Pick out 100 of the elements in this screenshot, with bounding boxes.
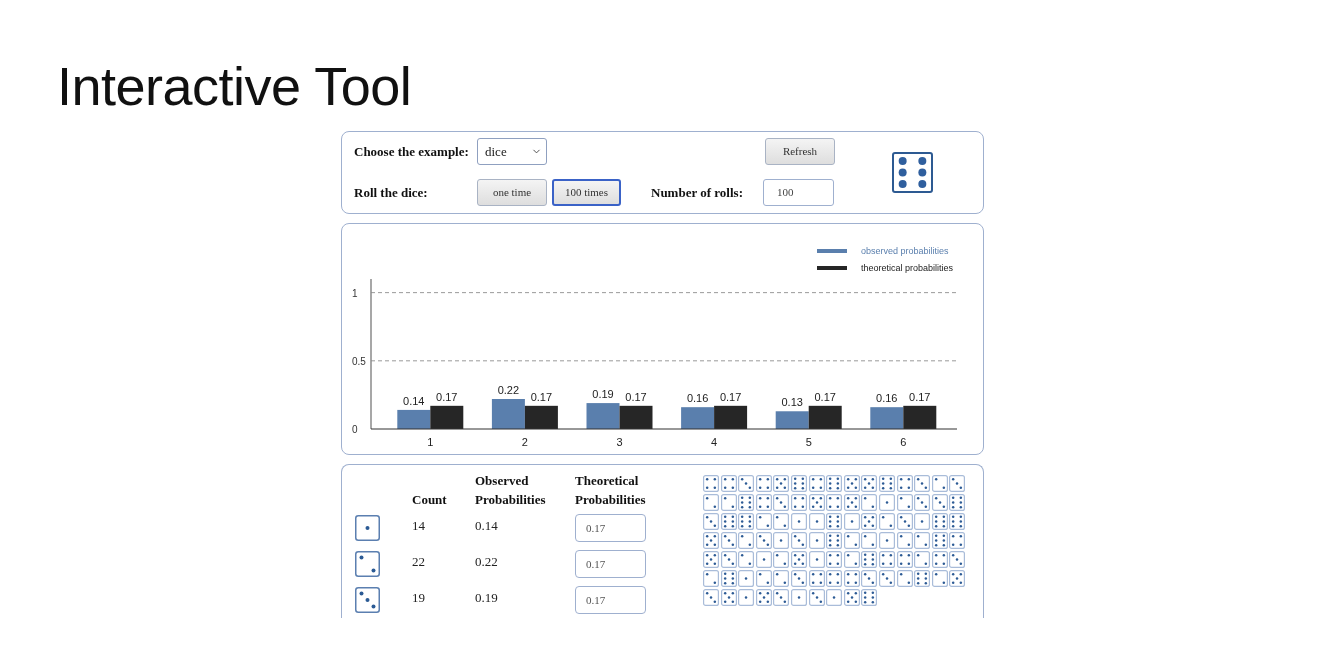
die-icon — [949, 551, 966, 568]
theoretical-input[interactable]: 0.17 — [575, 514, 646, 542]
value-label: 0.17 — [625, 390, 647, 403]
die-icon — [861, 589, 878, 606]
die-icon — [790, 494, 807, 511]
y-tick-label: 0 — [352, 424, 358, 435]
count-cell-text: 14 — [412, 517, 426, 536]
bar — [903, 405, 937, 429]
die-icon — [755, 551, 772, 568]
observed-cell-text: 0.19 — [475, 589, 499, 608]
die-icon — [826, 475, 843, 492]
die-icon — [808, 494, 825, 511]
bar — [619, 405, 653, 429]
die-icon — [826, 589, 843, 606]
value-label: 0.17 — [909, 390, 931, 403]
die-icon — [355, 515, 380, 541]
die-icon — [843, 570, 860, 587]
x-tick-label: 4 — [711, 436, 718, 448]
bar — [430, 405, 464, 429]
bar — [681, 407, 715, 429]
die-icon — [878, 551, 895, 568]
die-icon — [738, 570, 755, 587]
die-icon — [773, 589, 790, 606]
theoretical-input[interactable]: 0.17 — [575, 586, 646, 614]
die-icon — [755, 589, 772, 606]
die-icon — [914, 532, 931, 549]
roll-button[interactable]: 100 times — [552, 179, 621, 206]
theoretical-input[interactable]: 0.17 — [575, 550, 646, 578]
die-icon — [738, 532, 755, 549]
x-tick-label: 6 — [900, 436, 907, 448]
value-label: 0.17 — [436, 390, 458, 403]
die-icon — [703, 532, 719, 549]
die-icon — [931, 551, 948, 568]
die-icon — [878, 532, 895, 549]
die-icon — [808, 475, 825, 492]
die-icon — [808, 551, 825, 568]
die-icon — [738, 551, 755, 568]
rolls-input[interactable]: 100 — [763, 179, 834, 206]
bar — [397, 409, 431, 429]
die-icon — [808, 513, 825, 530]
x-tick-label: 1 — [427, 436, 434, 448]
die-icon — [931, 570, 948, 587]
die-icon — [703, 494, 719, 511]
die-icon — [843, 589, 860, 606]
die-icon — [931, 513, 948, 530]
die-icon — [790, 589, 807, 606]
die-icon — [931, 475, 948, 492]
die-icon — [861, 551, 878, 568]
die-icon — [914, 570, 931, 587]
die-icon — [896, 475, 913, 492]
y-tick-label: 1 — [352, 287, 358, 299]
die-icon — [843, 551, 860, 568]
x-tick-label: 5 — [805, 436, 812, 448]
die-icon — [843, 532, 860, 549]
die-icon — [703, 551, 719, 568]
die-icon — [826, 570, 843, 587]
die-icon — [738, 513, 755, 530]
die-icon — [878, 570, 895, 587]
die-icon — [808, 532, 825, 549]
rolls-label: Number of rolls: — [651, 183, 744, 202]
die-icon — [703, 589, 719, 606]
legend-label: theoretical probabilities — [861, 263, 954, 273]
refresh-button[interactable]: Refresh — [765, 138, 835, 165]
x-tick-label: 3 — [616, 436, 623, 448]
die-icon — [755, 513, 772, 530]
die-icon — [826, 494, 843, 511]
die-icon — [892, 151, 933, 193]
die-icon — [878, 475, 895, 492]
die-icon — [720, 475, 737, 492]
die-icon — [914, 513, 931, 530]
die-icon — [790, 532, 807, 549]
observed-cell-text: 0.22 — [475, 553, 499, 572]
die-icon — [790, 570, 807, 587]
bar — [808, 405, 842, 429]
die-icon — [896, 513, 913, 530]
die-icon — [843, 494, 860, 511]
observed-cell-text: 0.14 — [475, 517, 499, 536]
die-icon — [949, 475, 966, 492]
die-icon — [773, 570, 790, 587]
die-icon — [949, 513, 966, 530]
die-icon — [720, 589, 737, 606]
die-icon — [896, 570, 913, 587]
die-icon — [896, 551, 913, 568]
bar — [775, 411, 809, 429]
value-label: 0.17 — [719, 390, 742, 403]
die-icon — [931, 494, 948, 511]
count-cell-text: 22 — [412, 553, 426, 572]
die-icon — [949, 570, 966, 587]
die-icon — [949, 532, 966, 549]
column-header: Observed Probabilities — [475, 472, 547, 509]
x-tick-label: 2 — [521, 436, 528, 448]
die-icon — [790, 475, 807, 492]
die-icon — [755, 494, 772, 511]
value-label: 0.16 — [876, 392, 898, 405]
die-icon — [826, 551, 843, 568]
roll-button[interactable]: one time — [477, 179, 547, 206]
example-select[interactable]: dice — [477, 138, 547, 165]
die-icon — [773, 551, 790, 568]
example-label: Choose the example: — [354, 142, 470, 161]
die-icon — [808, 589, 825, 606]
